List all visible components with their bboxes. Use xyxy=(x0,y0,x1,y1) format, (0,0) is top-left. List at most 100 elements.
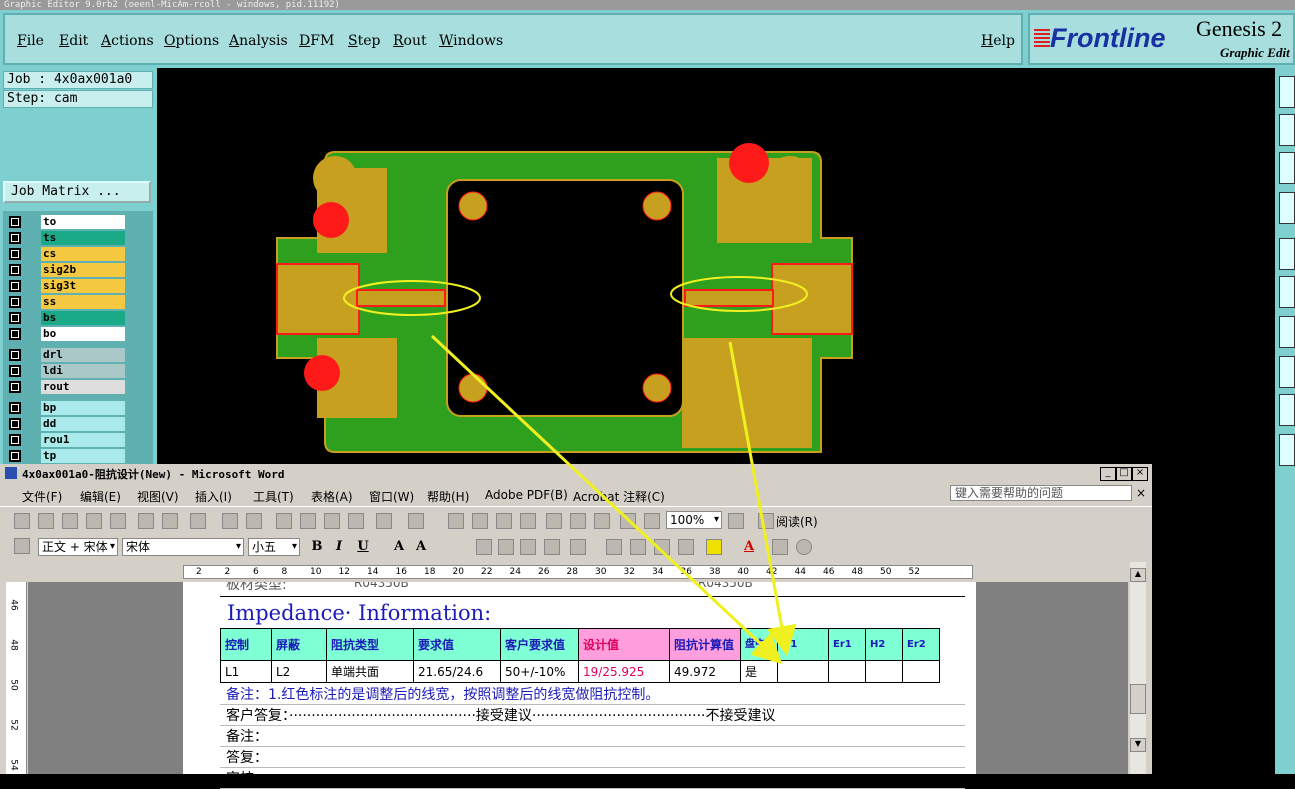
menu-options[interactable]: Options xyxy=(164,33,219,49)
print-preview-icon[interactable] xyxy=(110,513,126,529)
tool-button-1[interactable] xyxy=(1279,76,1295,108)
layer-checkbox[interactable] xyxy=(9,248,21,260)
tables-borders-icon[interactable] xyxy=(472,513,488,529)
scroll-down-button[interactable]: ▼ xyxy=(1130,738,1146,752)
layer-row-drl[interactable]: drl xyxy=(7,348,125,362)
layer-checkbox[interactable] xyxy=(9,328,21,340)
layer-row-sig2b[interactable]: sig2b xyxy=(7,263,125,277)
layer-name[interactable]: sig3t xyxy=(41,279,125,293)
wmenu-insert[interactable]: 插入(I) xyxy=(195,488,232,505)
layer-name[interactable]: bo xyxy=(41,327,125,341)
note-1[interactable]: 备注：1.红色标注的是调整后的线宽，按照调整后的线宽做阻抗控制。 xyxy=(220,685,965,705)
undo-icon[interactable] xyxy=(376,513,392,529)
research-2-icon[interactable] xyxy=(246,513,262,529)
insert-table-icon[interactable] xyxy=(496,513,512,529)
tool-button-4[interactable] xyxy=(1279,192,1295,224)
wmenu-adobe-pdf[interactable]: Adobe PDF(B) xyxy=(485,488,568,502)
doc-map-icon[interactable] xyxy=(594,513,610,529)
research-icon[interactable] xyxy=(190,513,206,529)
wmenu-file[interactable]: 文件(F) xyxy=(22,488,62,505)
note-2[interactable]: 备注： xyxy=(220,727,965,747)
print-icon[interactable] xyxy=(138,513,154,529)
wmenu-table[interactable]: 表格(A) xyxy=(311,488,353,505)
layer-checkbox[interactable] xyxy=(9,450,21,462)
hyperlink-icon[interactable] xyxy=(448,513,464,529)
columns-icon[interactable] xyxy=(546,513,562,529)
size-select[interactable]: 小五 xyxy=(248,538,300,556)
layer-checkbox[interactable] xyxy=(9,381,21,393)
td-er2[interactable] xyxy=(902,660,940,683)
layer-row-cs[interactable]: cs xyxy=(7,247,125,261)
read-mode-label[interactable]: 阅读(R) xyxy=(776,513,818,530)
wmenu-tools[interactable]: 工具(T) xyxy=(253,488,294,505)
maximize-button[interactable]: □ xyxy=(1116,467,1132,481)
styles-icon[interactable] xyxy=(14,538,30,554)
layer-row-rout[interactable]: rout xyxy=(7,380,125,394)
tool-button-9[interactable] xyxy=(1279,394,1295,426)
align-left-icon[interactable] xyxy=(476,539,492,555)
underline-button[interactable]: U xyxy=(354,539,372,555)
layer-row-bo[interactable]: bo xyxy=(7,327,125,341)
italic-button[interactable]: I xyxy=(330,539,348,555)
reply[interactable]: 答复： xyxy=(220,748,965,768)
menu-step[interactable]: Step xyxy=(348,33,380,49)
bold-button[interactable]: B xyxy=(308,539,326,555)
scroll-thumb[interactable] xyxy=(1130,684,1146,714)
wmenu-view[interactable]: 视图(V) xyxy=(137,488,179,505)
insert-excel-icon[interactable] xyxy=(520,513,536,529)
td-inpad[interactable]: 是 xyxy=(740,660,778,683)
layer-name[interactable]: ss xyxy=(41,295,125,309)
pcb-canvas[interactable] xyxy=(157,68,1275,468)
open-icon[interactable] xyxy=(38,513,54,529)
layer-checkbox[interactable] xyxy=(9,216,21,228)
layer-name[interactable]: dd xyxy=(41,417,125,431)
td-impedance-type[interactable]: 单端共面 xyxy=(326,660,414,683)
numbering-icon[interactable] xyxy=(606,539,622,555)
tool-button-3[interactable] xyxy=(1279,152,1295,184)
layer-name[interactable]: bp xyxy=(41,401,125,415)
copy-icon[interactable] xyxy=(300,513,316,529)
highlight-icon[interactable] xyxy=(706,539,722,555)
char-border-button[interactable]: A xyxy=(390,539,408,555)
menu-rout[interactable]: Rout xyxy=(393,33,427,49)
layer-checkbox[interactable] xyxy=(9,434,21,446)
layer-row-to[interactable]: to xyxy=(7,215,125,229)
layer-name[interactable]: cs xyxy=(41,247,125,261)
layer-checkbox[interactable] xyxy=(9,418,21,430)
menu-analysis[interactable]: Analysis xyxy=(229,33,288,49)
tool-button-6[interactable] xyxy=(1279,276,1295,308)
td-h2[interactable] xyxy=(865,660,903,683)
layer-name[interactable]: to xyxy=(41,215,125,229)
read-mode-icon[interactable] xyxy=(758,513,774,529)
td-design[interactable]: 19/25.925 xyxy=(578,660,670,683)
layer-row-ts[interactable]: ts xyxy=(7,231,125,245)
permission-icon[interactable] xyxy=(86,513,102,529)
tool-button-10[interactable] xyxy=(1279,434,1295,466)
layer-name[interactable]: rout xyxy=(41,380,125,394)
td-er1[interactable] xyxy=(828,660,866,683)
menu-edit[interactable]: Edit xyxy=(59,33,88,49)
wmenu-help[interactable]: 帮助(H) xyxy=(427,488,469,505)
wmenu-acrobat[interactable]: Acrobat 注释(C) xyxy=(573,488,665,505)
layer-name[interactable]: ts xyxy=(41,231,125,245)
increase-indent-icon[interactable] xyxy=(678,539,694,555)
menu-actions[interactable]: Actions xyxy=(101,33,154,49)
td-calc[interactable]: 49.972 xyxy=(669,660,741,683)
save-icon[interactable] xyxy=(62,513,78,529)
layer-row-sig3t[interactable]: sig3t xyxy=(7,279,125,293)
new-doc-icon[interactable] xyxy=(14,513,30,529)
layer-name[interactable]: rou1 xyxy=(41,433,125,447)
align-center-icon[interactable] xyxy=(498,539,514,555)
font-select[interactable]: 宋体 xyxy=(122,538,244,556)
wmenu-edit[interactable]: 编辑(E) xyxy=(80,488,121,505)
font-color-button[interactable]: A xyxy=(740,539,758,555)
preview-icon[interactable] xyxy=(162,513,178,529)
menu-dfm[interactable]: DFM xyxy=(299,33,334,49)
layer-checkbox[interactable] xyxy=(9,280,21,292)
layer-checkbox[interactable] xyxy=(9,349,21,361)
td-required[interactable]: 21.65/24.6 xyxy=(413,660,501,683)
layer-checkbox[interactable] xyxy=(9,296,21,308)
show-hide-icon[interactable] xyxy=(620,513,636,529)
td-h1[interactable] xyxy=(777,660,829,683)
layer-row-ss[interactable]: ss xyxy=(7,295,125,309)
